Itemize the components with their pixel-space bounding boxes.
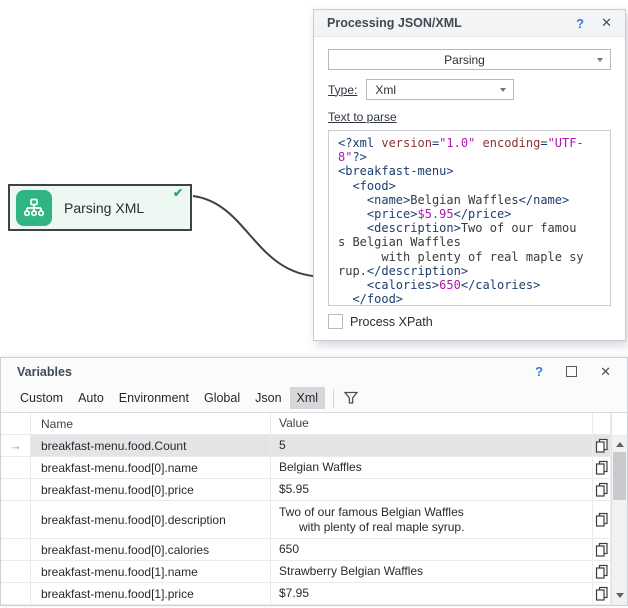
row-indicator-cell <box>1 457 31 479</box>
code-line: <breakfast-menu> <box>338 164 610 178</box>
variables-panel-header: Variables ? ✕ <box>1 358 627 385</box>
copy-icon[interactable] <box>593 539 611 561</box>
maximize-icon[interactable] <box>566 366 577 377</box>
row-indicator-cell: → <box>1 435 31 457</box>
scrollbar-header-cell <box>612 413 627 436</box>
variable-row[interactable]: breakfast-menu.food[0].nameBelgian Waffl… <box>1 457 627 479</box>
table-header-row: Name Value <box>1 413 627 435</box>
filter-funnel-icon[interactable] <box>343 390 359 406</box>
code-line: <price>$5.95</price> <box>338 207 610 221</box>
row-indicator-cell <box>1 501 31 539</box>
process-xpath-checkbox[interactable] <box>328 314 343 329</box>
variable-name[interactable]: breakfast-menu.food[0].price <box>31 479 271 501</box>
variable-name[interactable]: breakfast-menu.food.Count <box>31 435 271 457</box>
code-line: rup.</description> <box>338 264 610 278</box>
type-label[interactable]: Type: <box>328 83 357 97</box>
variables-panel: Variables ? ✕ CustomAutoEnvironmentGloba… <box>0 357 628 606</box>
variable-row[interactable]: breakfast-menu.food[0].descriptionTwo of… <box>1 501 627 539</box>
variable-value[interactable]: Belgian Waffles <box>271 457 593 479</box>
action-select[interactable]: Parsing <box>328 49 611 70</box>
tab-auto[interactable]: Auto <box>71 387 111 409</box>
scrollbar-thumb[interactable] <box>613 452 626 500</box>
variable-name[interactable]: breakfast-menu.food[1].price <box>31 583 271 605</box>
row-indicator-cell <box>1 479 31 501</box>
header-indicator-cell <box>1 413 31 435</box>
code-line: <?xml version="1.0" encoding="UTF- <box>338 136 610 150</box>
column-header-name[interactable]: Name <box>31 413 271 435</box>
properties-panel-body: Parsing Type: Xml Text to parse <?xml ve… <box>314 37 625 329</box>
type-select[interactable]: Xml <box>366 79 514 100</box>
help-icon[interactable]: ? <box>535 364 543 379</box>
copy-icon[interactable] <box>593 501 611 539</box>
panel-title: Processing JSON/XML <box>327 16 576 30</box>
process-xpath-label: Process XPath <box>350 315 433 329</box>
row-indicator-cell <box>1 561 31 583</box>
text-to-parse-label[interactable]: Text to parse <box>328 110 397 124</box>
variable-name[interactable]: breakfast-menu.food[0].calories <box>31 539 271 561</box>
code-line: <name>Belgian Waffles</name> <box>338 193 610 207</box>
action-select-value: Parsing <box>329 53 610 67</box>
variable-row[interactable]: breakfast-menu.food[1].nameStrawberry Be… <box>1 561 627 583</box>
code-line: with plenty of real maple sy <box>338 250 610 264</box>
properties-panel-header: Processing JSON/XML ? ✕ <box>314 10 625 37</box>
code-line: <food> <box>338 179 610 193</box>
selected-row-arrow-icon: → <box>9 439 22 452</box>
help-icon[interactable]: ? <box>576 16 584 31</box>
variable-value[interactable]: 5 <box>271 435 593 457</box>
copy-icon[interactable] <box>593 479 611 501</box>
copy-icon[interactable] <box>593 457 611 479</box>
type-select-value: Xml <box>367 83 513 97</box>
copy-icon[interactable] <box>593 583 611 605</box>
scrollbar-down-icon[interactable] <box>612 587 627 603</box>
tab-global[interactable]: Global <box>197 387 247 409</box>
code-line: <calories>650</calories> <box>338 278 610 292</box>
variable-value[interactable]: Strawberry Belgian Waffles <box>271 561 593 583</box>
variable-value[interactable]: $7.95 <box>271 583 593 605</box>
variable-name[interactable]: breakfast-menu.food[1].name <box>31 561 271 583</box>
properties-panel: Processing JSON/XML ? ✕ Parsing Type: Xm… <box>313 9 626 341</box>
column-header-value[interactable]: Value <box>271 413 593 435</box>
variable-row[interactable]: → breakfast-menu.food.Count5 <box>1 435 627 457</box>
tab-custom[interactable]: Custom <box>13 387 70 409</box>
tab-xml[interactable]: Xml <box>290 387 326 409</box>
variable-row[interactable]: breakfast-menu.food[0].calories650 <box>1 539 627 561</box>
close-icon[interactable]: ✕ <box>600 364 611 380</box>
variable-value[interactable]: 650 <box>271 539 593 561</box>
variable-name[interactable]: breakfast-menu.food[0].name <box>31 457 271 479</box>
code-line: 8"?> <box>338 150 610 164</box>
variables-tabs: CustomAutoEnvironmentGlobalJsonXml <box>13 387 326 409</box>
panel-title: Variables <box>17 365 535 379</box>
tab-separator <box>333 389 334 408</box>
variable-name[interactable]: breakfast-menu.food[0].description <box>31 501 271 539</box>
table-body: →breakfast-menu.food.Count5breakfast-men… <box>1 435 627 605</box>
variable-row[interactable]: breakfast-menu.food[1].price$7.95 <box>1 583 627 605</box>
copy-icon[interactable] <box>593 435 611 457</box>
tab-environment[interactable]: Environment <box>112 387 196 409</box>
header-copy-cell <box>593 413 611 435</box>
workflow-node-parsing-xml[interactable]: Parsing XML ✔ <box>8 184 192 231</box>
success-check-icon: ✔ <box>173 186 183 200</box>
vertical-scrollbar[interactable] <box>611 413 627 605</box>
code-line: s Belgian Waffles <box>338 235 610 249</box>
variable-value[interactable]: $5.95 <box>271 479 593 501</box>
node-label: Parsing XML <box>64 200 144 216</box>
close-icon[interactable]: ✕ <box>601 15 612 31</box>
scrollbar-up-icon[interactable] <box>612 436 627 452</box>
variable-value[interactable]: Two of our famous Belgian Waffles with p… <box>271 501 593 539</box>
code-line: </food> <box>338 292 610 306</box>
variables-table: Name Value →breakfast-menu.food.Count5br… <box>1 412 627 605</box>
sitemap-icon <box>16 190 52 226</box>
copy-icon[interactable] <box>593 561 611 583</box>
code-line: <description>Two of our famou <box>338 221 610 235</box>
tab-json[interactable]: Json <box>248 387 288 409</box>
variable-row[interactable]: breakfast-menu.food[0].price$5.95 <box>1 479 627 501</box>
variables-tab-bar: CustomAutoEnvironmentGlobalJsonXml <box>1 385 627 411</box>
chevron-down-icon <box>500 88 506 92</box>
row-indicator-cell <box>1 539 31 561</box>
xml-code-editor[interactable]: <?xml version="1.0" encoding="UTF-8"?><b… <box>328 130 611 306</box>
chevron-down-icon <box>597 58 603 62</box>
row-indicator-cell <box>1 583 31 605</box>
